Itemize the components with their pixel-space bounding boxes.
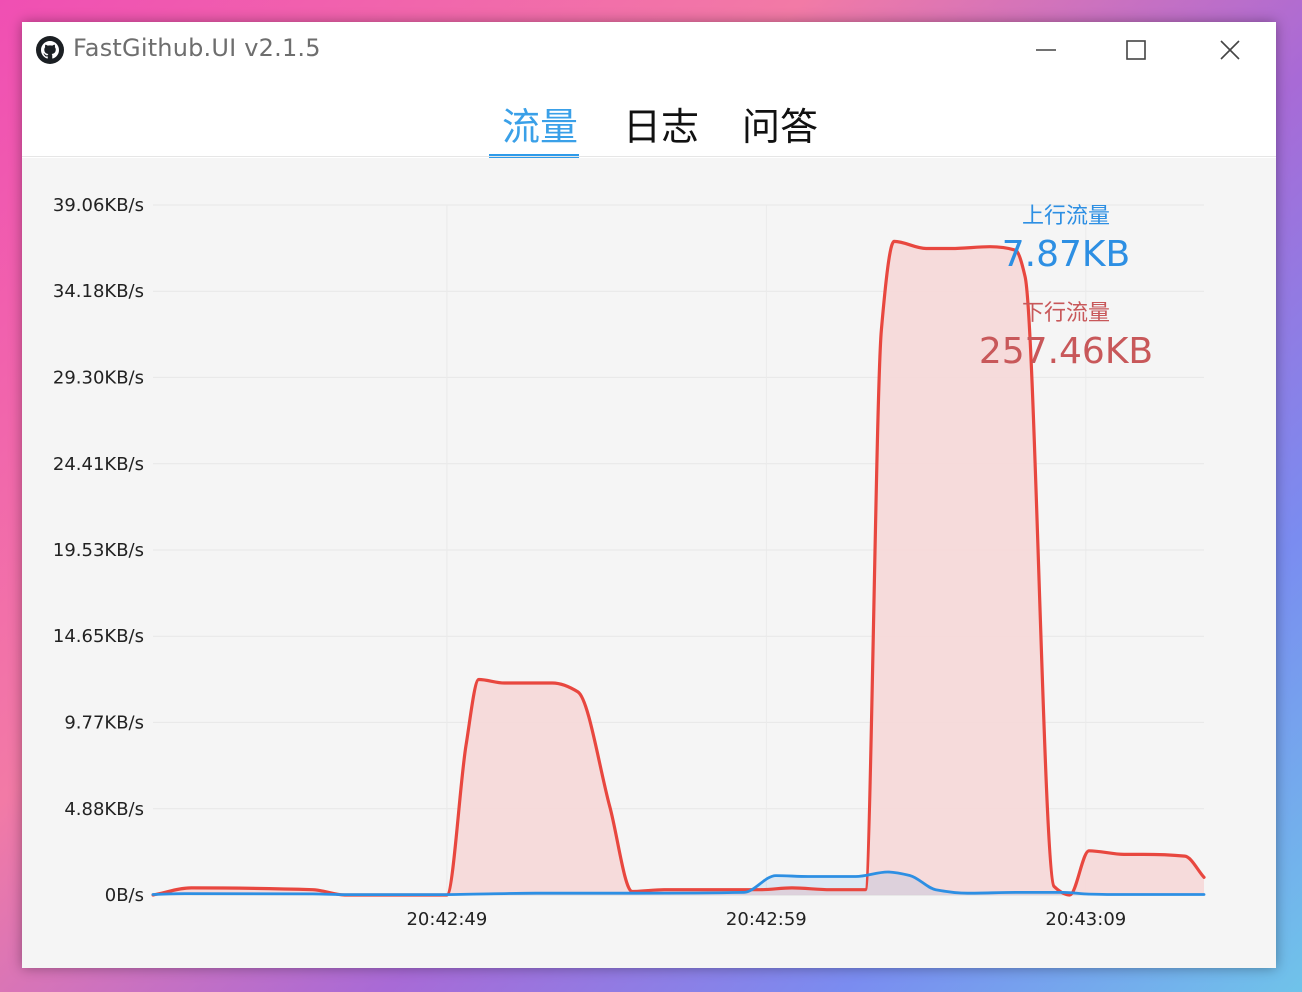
download-value: 257.46KB [978,331,1154,372]
y-tick-label: 4.88KB/s [64,799,144,820]
download-label: 下行流量 [1021,301,1110,326]
upload-label: 上行流量 [1021,204,1110,229]
upload-stat: 上行流量 7.87KB [966,198,1166,275]
maximize-button[interactable] [1090,22,1182,78]
y-tick-label: 0B/s [105,885,144,906]
close-icon [1220,40,1240,60]
maximize-icon [1126,40,1146,60]
minimize-button[interactable] [1000,22,1092,78]
x-tick-label: 20:43:09 [1045,909,1126,930]
y-tick-label: 9.77KB/s [64,712,144,733]
y-tick-label: 34.18KB/s [53,281,144,302]
traffic-stats: 上行流量 7.87KB 下行流量 257.46KB [966,198,1166,372]
download-stat: 下行流量 257.46KB [966,295,1166,372]
close-button[interactable] [1184,22,1276,78]
tab-bar: 流量 日志 问答 [22,78,1276,156]
y-tick-label: 24.41KB/s [53,454,144,475]
minimize-icon [1036,49,1056,51]
y-tick-label: 19.53KB/s [53,540,144,561]
traffic-panel: 0B/s 4.88KB/s 9.77KB/s 14.65KB/s 19.53KB/s 24… [22,158,1276,968]
tabs-divider [22,156,1276,157]
window-title: FastGithub.UI v2.1.5 [73,34,321,62]
x-tick-label: 20:42:59 [726,909,807,930]
tab-faq[interactable]: 问答 [742,96,818,151]
upload-value: 7.87KB [1001,234,1131,275]
app-window: FastGithub.UI v2.1.5 流量 日志 问答 0B/s 4.88KB… [22,22,1276,968]
github-cat-icon [36,36,64,64]
y-tick-label: 14.65KB/s [53,626,144,647]
tab-logs[interactable]: 日志 [623,96,699,151]
y-tick-label: 29.30KB/s [53,367,144,388]
x-tick-label: 20:42:49 [406,909,487,930]
tab-traffic[interactable]: 流量 [502,96,578,151]
y-tick-label: 39.06KB/s [53,195,144,216]
title-bar[interactable]: FastGithub.UI v2.1.5 [22,22,1276,78]
